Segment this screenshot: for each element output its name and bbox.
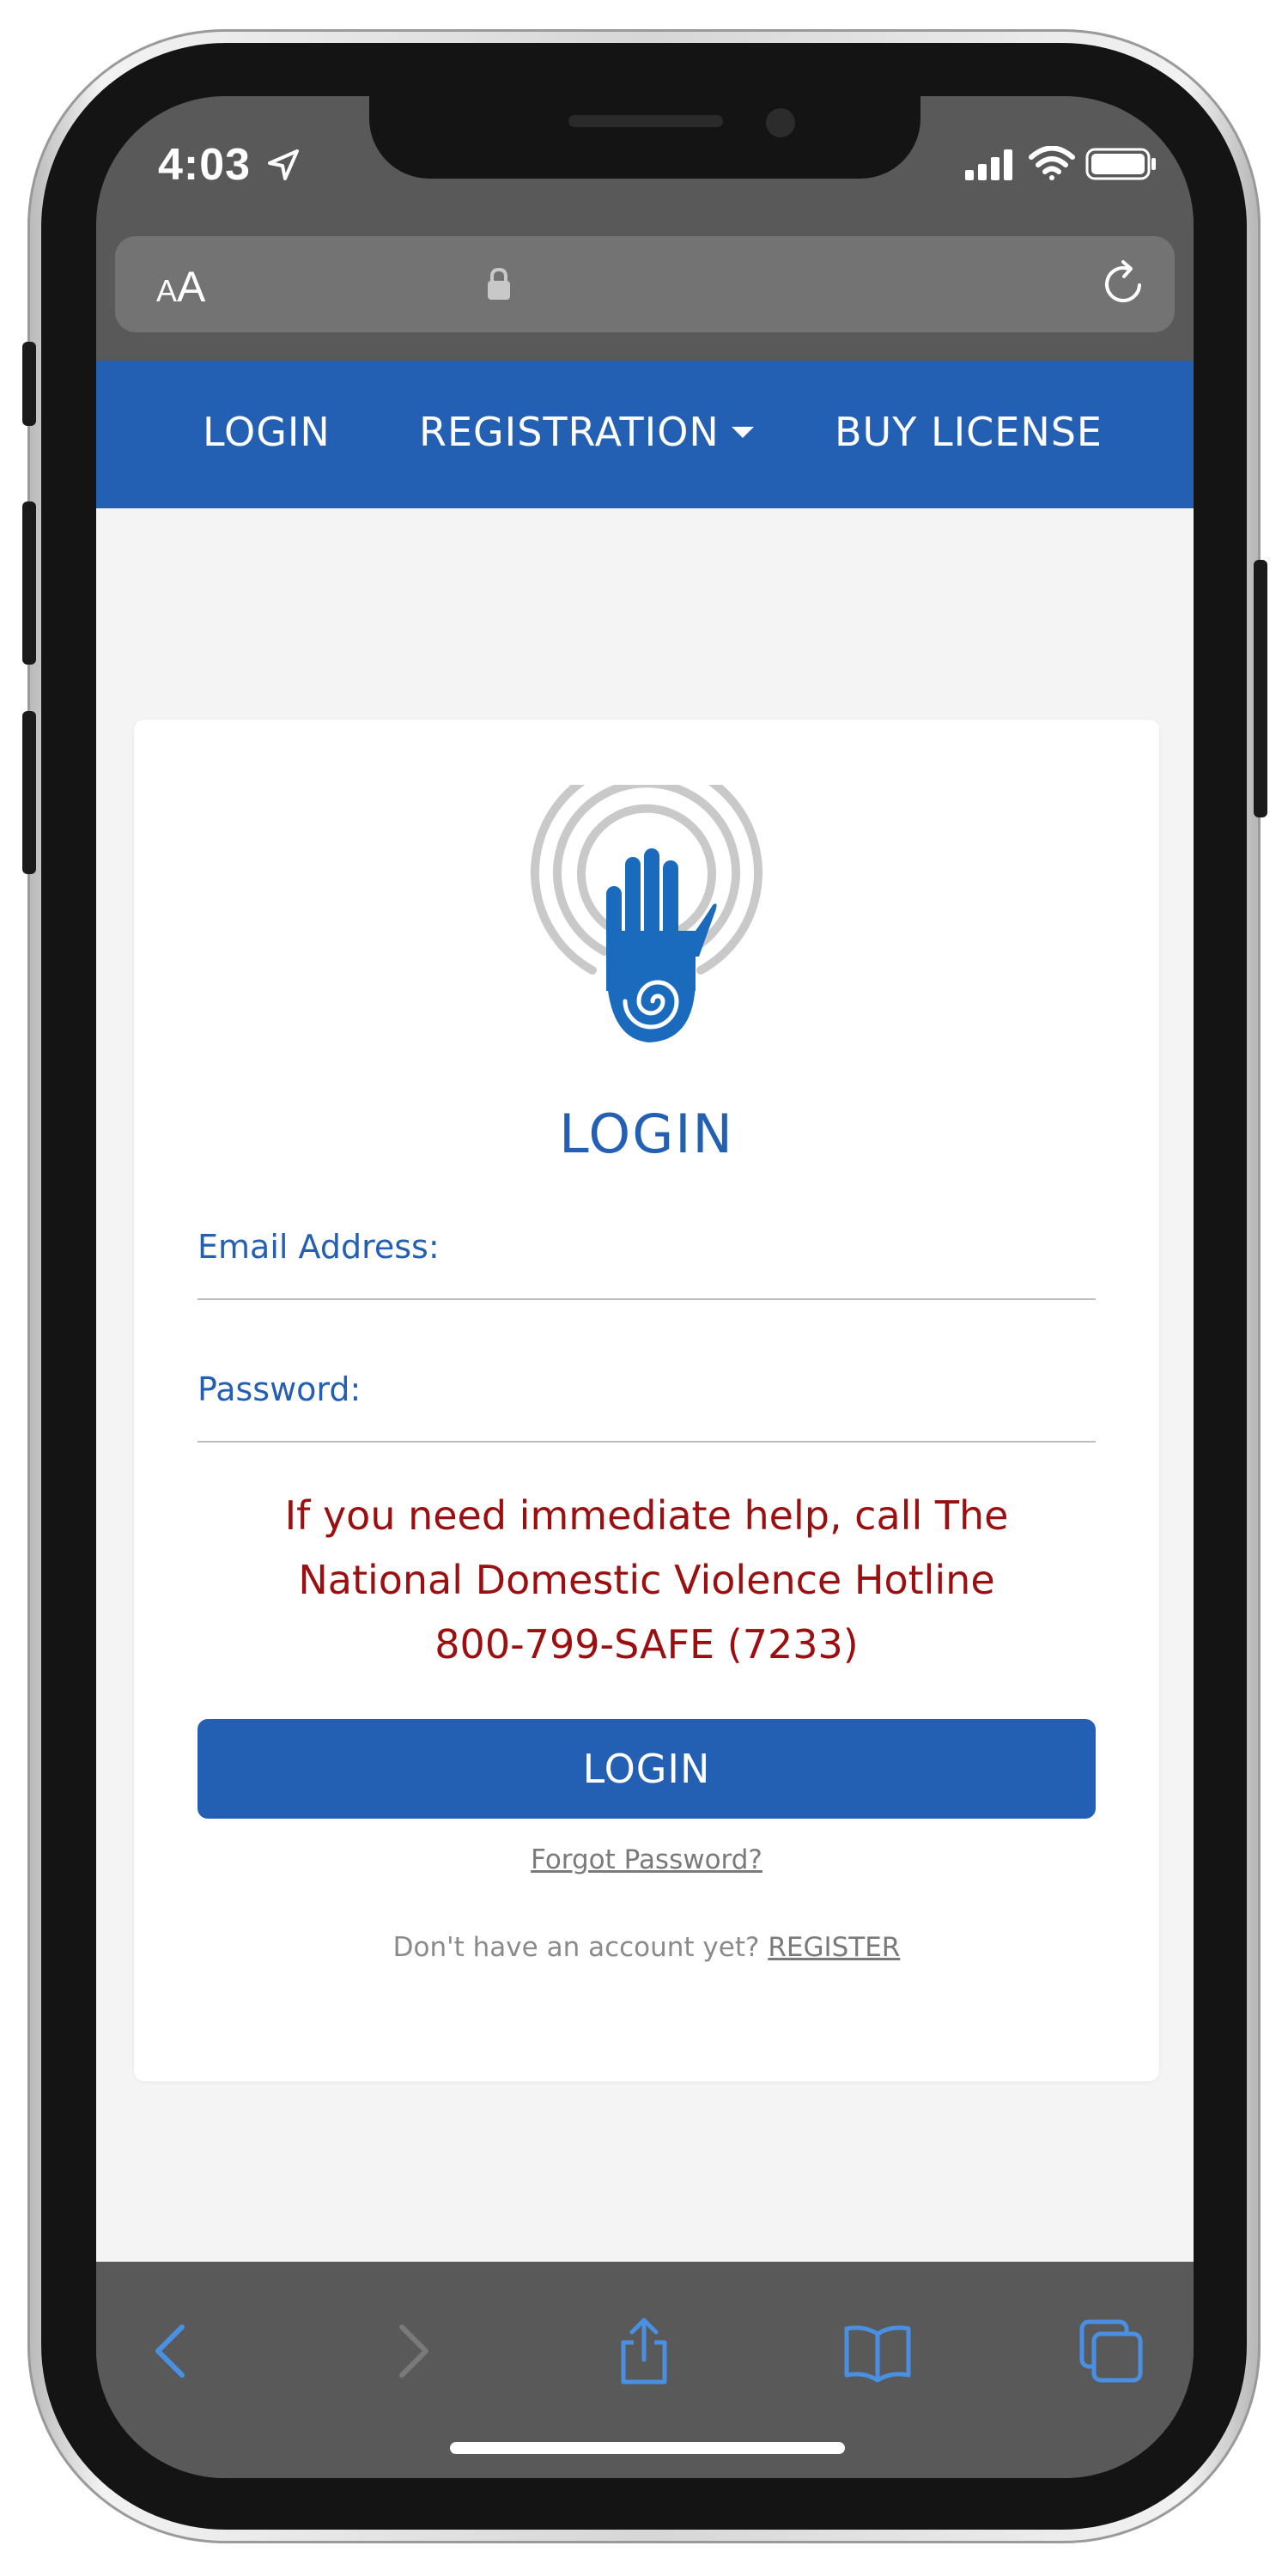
caret-down-icon bbox=[731, 427, 754, 438]
bookmarks-icon[interactable] bbox=[843, 2317, 912, 2385]
password-label: Password: bbox=[197, 1370, 361, 1408]
status-time: 4:03 bbox=[158, 140, 252, 190]
no-account-text: Don't have an account yet? bbox=[392, 1932, 760, 1963]
battery-icon bbox=[1085, 148, 1156, 180]
page-title: LOGIN bbox=[559, 1103, 734, 1165]
hotline-line-3: 800-799-SAFE (7233) bbox=[434, 1621, 859, 1668]
nav-registration-label: REGISTRATION bbox=[419, 409, 720, 455]
text-size-small-glyph: A bbox=[156, 273, 178, 308]
phone-power-button bbox=[1254, 560, 1267, 817]
email-field[interactable] bbox=[460, 1221, 1099, 1271]
password-field[interactable] bbox=[460, 1364, 1099, 1413]
cellular-signal-icon bbox=[965, 149, 1012, 180]
forward-icon[interactable] bbox=[376, 2317, 445, 2385]
url-bar[interactable]: AA bbox=[115, 236, 1175, 332]
forgot-password-link[interactable]: Forgot Password? bbox=[134, 1844, 1159, 1875]
notch bbox=[369, 96, 920, 179]
hotline-message: If you need immediate help, call The Nat… bbox=[197, 1484, 1096, 1677]
home-indicator bbox=[450, 2442, 845, 2454]
hotline-line-2: National Domestic Violence Hotline bbox=[298, 1557, 995, 1603]
hotline-line-1: If you need immediate help, call The bbox=[284, 1492, 1009, 1539]
register-prompt: Don't have an account yet? REGISTER bbox=[134, 1932, 1159, 1963]
lock-icon bbox=[488, 267, 510, 300]
speaker-grille bbox=[568, 115, 723, 127]
nav-buy-license[interactable]: BUY LICENSE bbox=[835, 409, 1103, 455]
email-field-underline bbox=[197, 1298, 1096, 1300]
hand-logo-icon bbox=[531, 785, 762, 1042]
back-icon[interactable] bbox=[139, 2317, 208, 2385]
text-size-large-glyph: A bbox=[177, 263, 206, 311]
reload-icon[interactable] bbox=[1099, 258, 1149, 308]
tabs-icon[interactable] bbox=[1077, 2317, 1145, 2385]
nav-login-label: LOGIN bbox=[203, 409, 331, 455]
top-nav: LOGIN REGISTRATION BUY LICENSE bbox=[96, 361, 1194, 508]
phone-volume-down-button bbox=[22, 711, 36, 874]
login-button[interactable]: LOGIN bbox=[197, 1719, 1096, 1819]
location-arrow-icon bbox=[268, 149, 299, 180]
phone-screen: 4:03 AA LOGIN REGISTRATION BUY LICENSE L… bbox=[96, 96, 1194, 2478]
nav-buy-license-label: BUY LICENSE bbox=[835, 409, 1103, 455]
nav-login[interactable]: LOGIN bbox=[203, 409, 331, 455]
share-icon[interactable] bbox=[610, 2317, 678, 2385]
phone-volume-up-button bbox=[22, 501, 36, 665]
front-camera bbox=[766, 108, 795, 137]
nav-registration-dropdown[interactable]: REGISTRATION bbox=[419, 409, 754, 455]
email-label: Email Address: bbox=[197, 1228, 440, 1266]
page-content: LOGIN Email Address: Password: If you ne… bbox=[96, 508, 1194, 2262]
text-size-button[interactable]: AA bbox=[156, 262, 205, 312]
register-link[interactable]: REGISTER bbox=[768, 1932, 900, 1963]
login-card: LOGIN Email Address: Password: If you ne… bbox=[134, 720, 1159, 2081]
password-field-underline bbox=[197, 1441, 1096, 1443]
wifi-icon bbox=[1029, 146, 1075, 180]
phone-silent-switch bbox=[22, 342, 36, 426]
